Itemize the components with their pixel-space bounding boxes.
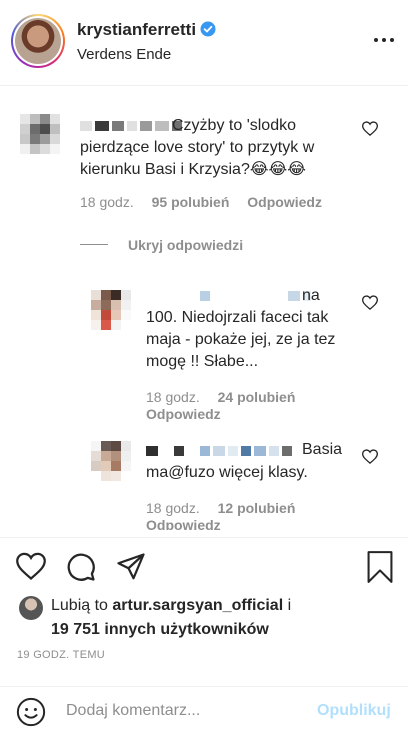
share-icon[interactable] <box>116 552 146 582</box>
reply-button[interactable]: Odpowiedz <box>146 517 221 530</box>
reply-time: 18 godz. <box>146 389 200 405</box>
reply-text: ma@fuzo więcej klasy. <box>146 464 308 481</box>
heart-icon[interactable] <box>362 295 378 310</box>
liker-username[interactable]: artur.sargsyan_official <box>112 597 283 614</box>
reply-likes[interactable]: 12 polubień <box>218 500 296 516</box>
reply-meta: 18 godz. 24 polubień <box>146 389 295 405</box>
reply-text-first-line: Basia <box>302 441 343 458</box>
likes-count[interactable]: 19 751 innych użytkowników <box>51 621 269 638</box>
reply-button[interactable]: Odpowiedz <box>247 194 322 210</box>
username[interactable]: krystianferretti <box>77 20 196 40</box>
reply-text: 100. Niedojrzali faceci tak maja - pokaż… <box>146 309 336 370</box>
likes-prefix: Lubią to <box>51 597 108 614</box>
action-bar-divider <box>0 537 408 538</box>
heart-icon[interactable] <box>362 121 378 136</box>
bookmark-icon[interactable] <box>366 551 394 583</box>
comment-likes[interactable]: 95 polubień <box>152 194 230 210</box>
post-header: krystianferretti Verdens Ende <box>0 0 408 86</box>
commenter-avatar[interactable] <box>20 114 60 154</box>
reply-avatar[interactable] <box>91 290 131 330</box>
comment-text: Czyżby to 'slodko pierdzące love story' … <box>80 117 315 178</box>
verified-icon <box>200 21 216 37</box>
emoji-icon[interactable] <box>16 697 46 727</box>
liker-avatar[interactable] <box>19 596 43 620</box>
reply-time: 18 godz. <box>146 500 200 516</box>
location-link[interactable]: Verdens Ende <box>77 46 171 63</box>
likes-summary: Lubią to artur.sargsyan_official i 19 75… <box>51 594 291 642</box>
comment-time: 18 godz. <box>80 194 134 210</box>
likes-conjunction: i <box>287 597 292 614</box>
redacted-username <box>146 446 292 456</box>
reply-avatar[interactable] <box>91 441 131 481</box>
profile-avatar[interactable] <box>11 14 65 68</box>
post-button[interactable]: Opublikuj <box>317 702 391 720</box>
redacted-username <box>200 291 311 301</box>
reply-meta: 18 godz. 12 polubień <box>146 500 295 516</box>
comment-meta: 18 godz. 95 polubień Odpowiedz <box>80 194 322 210</box>
more-options-icon[interactable] <box>374 38 394 44</box>
reply-likes[interactable]: 24 polubień <box>218 389 296 405</box>
heart-icon[interactable] <box>16 552 46 580</box>
hide-replies-divider <box>80 244 108 245</box>
comment-input[interactable]: Dodaj komentarz... <box>66 702 200 720</box>
reply-text-first-line: na <box>302 287 320 304</box>
comment-icon[interactable] <box>66 552 96 582</box>
reply-button[interactable]: Odpowiedz <box>146 406 221 422</box>
hide-replies-button[interactable]: Ukryj odpowiedzi <box>128 237 243 253</box>
post-timestamp[interactable]: 19 GODZ. TEMU <box>17 649 105 661</box>
heart-icon[interactable] <box>362 449 378 464</box>
